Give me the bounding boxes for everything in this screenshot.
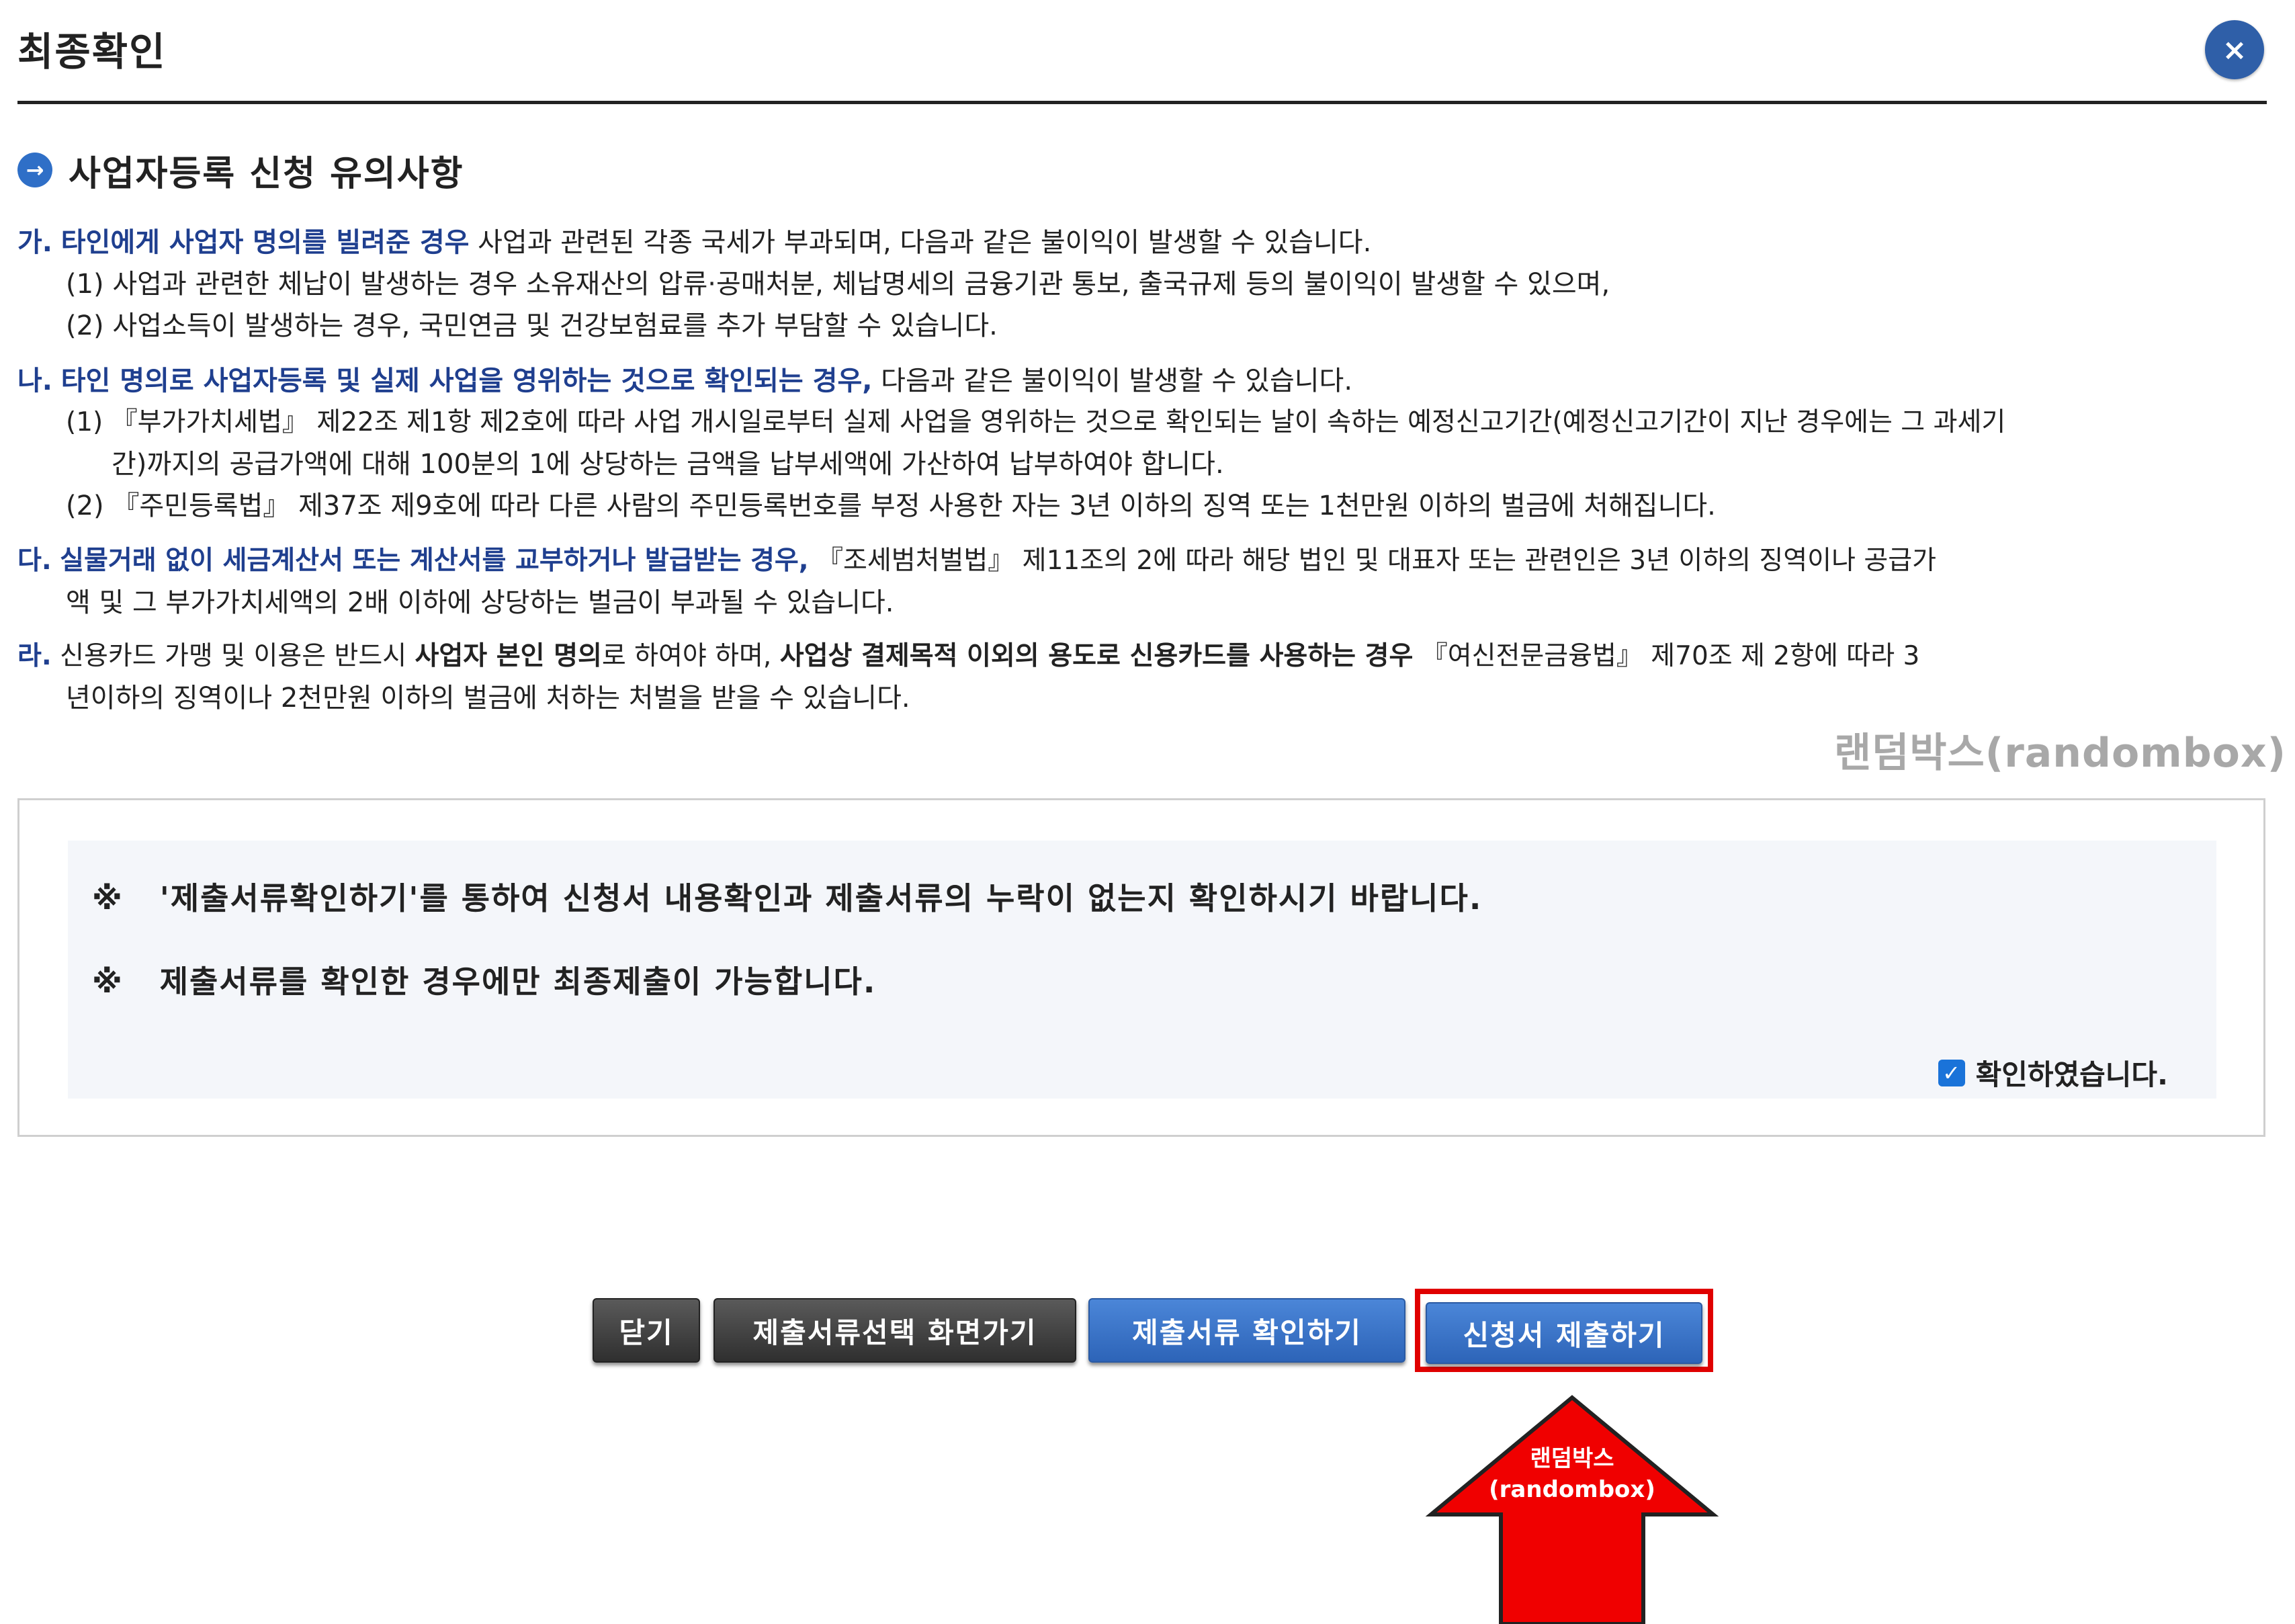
close-icon: × (2222, 32, 2247, 67)
notice-text: 로 하여야 하며, (601, 641, 780, 671)
notice-na-line: 나. 타인 명의로 사업자등록 및 실제 사업을 영위하는 것으로 확인되는 경… (17, 360, 2268, 402)
title-divider (17, 101, 2267, 104)
arrow-right-icon: → (17, 153, 52, 187)
notice-marker: 가. (17, 227, 52, 258)
reference-mark: ※ (92, 964, 124, 1000)
notice-ga: 가. 타인에게 사업자 명의를 빌려준 경우 사업과 관련된 각종 국세가 부과… (17, 222, 2268, 347)
notice-da-cont: 액 및 그 부가가치세액의 2배 이하에 상당하는 벌금이 부과될 수 있습니다… (66, 587, 894, 618)
notice-marker: 라. (17, 641, 52, 671)
check-documents-button[interactable]: 제출서류 확인하기 (1088, 1298, 1405, 1363)
close-button[interactable]: × (2205, 20, 2264, 79)
arrow-label: 랜덤박스 (randombox) (1478, 1443, 1666, 1505)
notice-ga-sub1: (1) 사업과 관련한 체납이 발생하는 경우 소유재산의 압류·공매처분, 체… (66, 269, 1610, 300)
confirm-panel: ※ '제출서류확인하기'를 통하여 신청서 내용확인과 제출서류의 누락이 없는지… (68, 841, 2216, 1099)
notice-ra: 라. 신용카드 가맹 및 이용은 반드시 사업자 본인 명의로 하여야 하며, … (17, 636, 2268, 719)
section-header: → 사업자등록 신청 유의사항 (17, 146, 464, 194)
confirm-checkbox[interactable]: ✓ 확인하였습니다. (1938, 1052, 2168, 1093)
notice-na-sub2: (2) 『주민등록법』 제37조 제9호에 따라 다른 사람의 주민등록번호를 … (66, 490, 1716, 521)
arrow-label-line2: (randombox) (1489, 1476, 1655, 1503)
submit-application-button[interactable]: 신청서 제출하기 (1426, 1302, 1702, 1364)
notice-ga-sub2: (2) 사업소득이 발생하는 경우, 국민연금 및 건강보험료를 추가 부담할 … (66, 310, 998, 341)
notice-bold: 사업상 결제목적 이외의 용도로 신용카드를 사용하는 경우 (779, 641, 1414, 671)
notice-na: 나. 타인 명의로 사업자등록 및 실제 사업을 영위하는 것으로 확인되는 경… (17, 360, 2268, 527)
notice-da-line: 다. 실물거래 없이 세금계산서 또는 계산서를 교부하거나 발급받는 경우, … (17, 540, 2268, 582)
notice-text: 신용카드 가맹 및 이용은 반드시 (51, 641, 415, 671)
watermark: 랜덤박스(randombox) (1834, 730, 2286, 777)
notice-marker: 나. (17, 366, 52, 396)
notice-text: 『조세범처벌법』 제11조의 2에 따라 해당 법인 및 대표자 또는 관련인은… (808, 546, 1936, 576)
notice-ra-cont: 년이하의 징역이나 2천만원 이하의 벌금에 처하는 처벌을 받을 수 있습니다… (66, 683, 910, 714)
confirm-text: '제출서류확인하기'를 통하여 신청서 내용확인과 제출서류의 누락이 없는지 … (159, 880, 1483, 916)
notice-na-sub1b: 간)까지의 공급가액에 대해 100분의 1에 상당하는 금액을 납부세액에 가… (112, 449, 1224, 480)
reference-mark: ※ (92, 880, 124, 916)
confirm-line-1: ※ '제출서류확인하기'를 통하여 신청서 내용확인과 제출서류의 누락이 없는지… (92, 874, 1482, 918)
notice-marker: 다. (17, 546, 52, 576)
select-documents-button[interactable]: 제출서류선택 화면가기 (713, 1298, 1076, 1363)
notice-text: 『여신전문금융법』 제70조 제 2항에 따라 3 (1413, 641, 1920, 671)
notice-bold: 사업자 본인 명의 (415, 641, 602, 671)
notice-emphasis: 실물거래 없이 세금계산서 또는 계산서를 교부하거나 발급받는 경우, (60, 546, 809, 576)
section-title: 사업자등록 신청 유의사항 (69, 153, 464, 194)
confirm-box: ※ '제출서류확인하기'를 통하여 신청서 내용확인과 제출서류의 누락이 없는지… (17, 798, 2265, 1137)
notice-emphasis: 타인에게 사업자 명의를 빌려준 경우 (60, 227, 470, 258)
notice-na-sub1a: (1) 『부가가치세법』 제22조 제1항 제2호에 따라 사업 개시일로부터 … (66, 407, 2006, 437)
confirm-line-2: ※ 제출서류를 확인한 경우에만 최종제출이 가능합니다. (92, 957, 876, 1002)
notice-ga-line: 가. 타인에게 사업자 명의를 빌려준 경우 사업과 관련된 각종 국세가 부과… (17, 222, 2268, 263)
arrow-label-line1: 랜덤박스 (1530, 1445, 1614, 1472)
notice-emphasis: 타인 명의로 사업자등록 및 실제 사업을 영위하는 것으로 확인되는 경우, (60, 366, 873, 396)
notice-text: 사업과 관련된 각종 국세가 부과되며, 다음과 같은 불이익이 발생할 수 있… (469, 227, 1372, 258)
modal-title: 최종확인 (17, 29, 167, 75)
checkbox-checked-icon[interactable]: ✓ (1938, 1059, 1965, 1086)
red-arrow-icon (1425, 1395, 1719, 1624)
close-dialog-button[interactable]: 닫기 (593, 1298, 700, 1363)
confirm-text: 제출서류를 확인한 경우에만 최종제출이 가능합니다. (159, 964, 877, 1000)
checkbox-label: 확인하였습니다. (1975, 1058, 2168, 1091)
notice-da: 다. 실물거래 없이 세금계산서 또는 계산서를 교부하거나 발급받는 경우, … (17, 540, 2268, 624)
notice-text: 다음과 같은 불이익이 발생할 수 있습니다. (872, 366, 1353, 396)
notice-ra-line: 라. 신용카드 가맹 및 이용은 반드시 사업자 본인 명의로 하여야 하며, … (17, 636, 2268, 677)
